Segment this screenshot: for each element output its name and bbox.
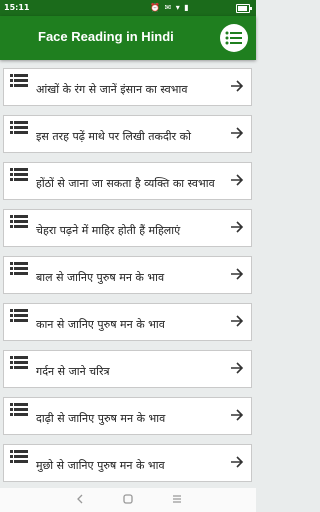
list-menu-button[interactable] [220,24,248,52]
list-item[interactable]: चेहरा पढ़ने में माहिर होती हैं महिलाएं [3,209,252,247]
list-item[interactable]: गर्दन से जाने चरित्र [3,350,252,388]
app-title: Face Reading in Hindi [38,29,174,44]
arrow-right-icon [231,221,244,233]
app-bar: Face Reading in Hindi [0,16,256,60]
list-item[interactable]: कान से जानिए पुरुष मन के भाव [3,303,252,341]
list-icon [10,403,28,416]
arrow-right-icon [231,268,244,280]
list-item-label: चेहरा पढ़ने में माहिर होती हैं महिलाएं [36,224,181,237]
list-item[interactable]: आंखों के रंग से जानें इंसान का स्वभाव [3,68,252,106]
list-icon [10,356,28,369]
recents-icon[interactable] [172,494,182,504]
list-icon [10,262,28,275]
list-icon [10,309,28,322]
list-item-label: कान से जानिए पुरुष मन के भाव [36,318,165,331]
list-item-label: गर्दन से जाने चरित्र [36,365,110,378]
list-item-label: इस तरह पढ़ें माथे पर लिखी तकदीर को [36,130,191,143]
list-item-label: मुछो से जानिए पुरुष मन के भाव [36,459,165,472]
status-icons: ⏰ ✉ ▾ ▮ [150,3,190,12]
arrow-right-icon [231,127,244,139]
list-item-label: आंखों के रंग से जानें इंसान का स्वभाव [36,83,188,96]
list-item[interactable]: होंठों से जाना जा सकता है व्यक्ति का स्व… [3,162,252,200]
back-icon[interactable] [76,494,84,504]
list-item[interactable]: इस तरह पढ़ें माथे पर लिखी तकदीर को [3,115,252,153]
arrow-right-icon [231,80,244,92]
arrow-right-icon [231,315,244,327]
status-time: 15:11 [4,3,30,12]
home-icon[interactable] [123,494,133,504]
list-item[interactable]: मुछो से जानिए पुरुष मन के भाव [3,444,252,482]
list-menu-icon [225,31,242,45]
list-icon [10,121,28,134]
list-icon [10,215,28,228]
system-nav-bar [0,488,256,512]
list-icon [10,168,28,181]
list-icon [10,74,28,87]
list-item[interactable]: बाल से जानिए पुरुष मन के भाव [3,256,252,294]
arrow-right-icon [231,409,244,421]
arrow-right-icon [231,456,244,468]
list-item[interactable]: दाढ़ी से जानिए पुरुष मन के भाव [3,397,252,435]
list-icon [10,450,28,463]
list-item-label: दाढ़ी से जानिए पुरुष मन के भाव [36,412,166,425]
arrow-right-icon [231,174,244,186]
list-item-label: बाल से जानिए पुरुष मन के भाव [36,271,165,284]
status-bar: 15:11 ⏰ ✉ ▾ ▮ [0,0,256,16]
battery-icon [236,4,252,13]
list-item-label: होंठों से जाना जा सकता है व्यक्ति का स्व… [36,177,215,190]
arrow-right-icon [231,362,244,374]
